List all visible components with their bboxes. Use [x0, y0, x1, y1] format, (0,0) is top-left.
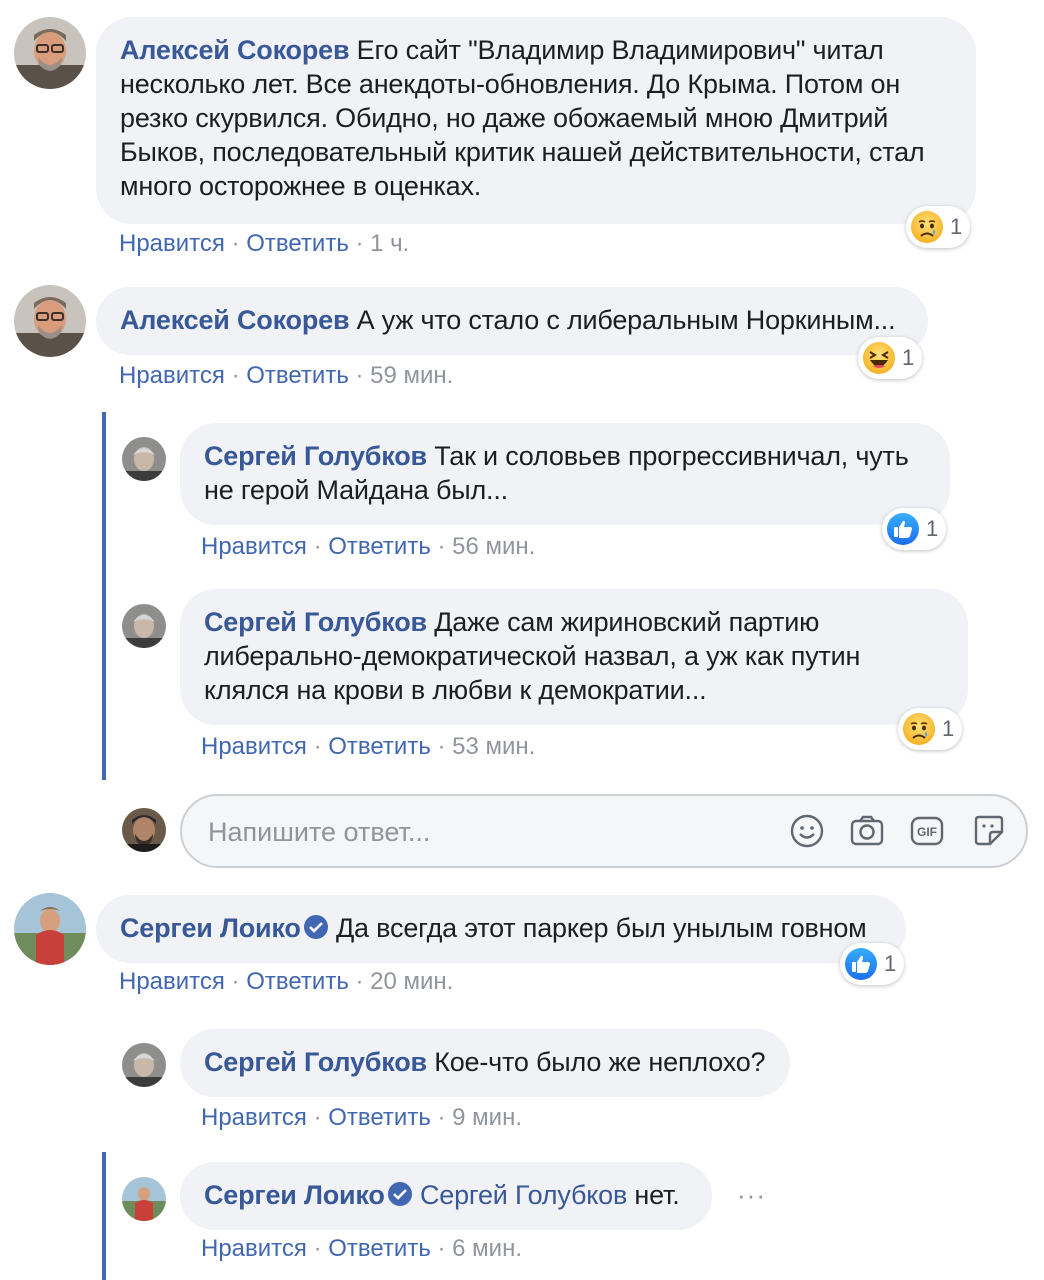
reaction-count: 1	[926, 516, 939, 541]
comment-time[interactable]: 1 ч.	[370, 230, 409, 257]
sticker-icon[interactable]	[970, 812, 1008, 850]
reply-thread-line	[102, 412, 106, 780]
reply-box: GIF	[180, 794, 1028, 868]
comment-author[interactable]: Сергеи Лоико	[120, 913, 301, 943]
reply-link[interactable]: Ответить	[328, 1104, 431, 1131]
reaction-count: 1	[902, 345, 915, 370]
comment-bubble: Сергей Голубков Так и соловьев прогресси…	[180, 423, 950, 525]
avatar[interactable]	[122, 1043, 166, 1087]
comment-actions: Нравится · Ответить · 9 мин.	[201, 1104, 522, 1131]
reply-link[interactable]: Ответить	[246, 230, 349, 257]
avatar[interactable]	[14, 285, 86, 357]
reaction-count: 1	[884, 951, 897, 976]
reply-link[interactable]: Ответить	[328, 1235, 431, 1262]
comment-time[interactable]: 6 мин.	[452, 1235, 522, 1262]
reaction-badge[interactable]: 1	[858, 337, 923, 379]
more-options-icon[interactable]: ···	[737, 1180, 766, 1211]
current-user-avatar	[122, 808, 166, 852]
avatar[interactable]	[122, 604, 166, 648]
emoji-icon[interactable]	[788, 812, 826, 850]
comment-text: Кое-что было же неплохо?	[434, 1047, 766, 1077]
comment-time[interactable]: 59 мин.	[370, 362, 453, 389]
reaction-badge[interactable]: 1	[898, 708, 963, 750]
reaction-count: 1	[942, 716, 955, 741]
like-link[interactable]: Нравится	[201, 1104, 307, 1131]
comment-bubble: Алексей Сокорев А уж что стало с либерал…	[96, 287, 928, 355]
like-link[interactable]: Нравится	[119, 968, 225, 995]
like-reaction-icon	[844, 947, 878, 981]
reply-link[interactable]: Ответить	[328, 733, 431, 760]
comment-bubble: Сергей Голубков Кое-что было же неплохо?	[180, 1029, 790, 1097]
comment-text: Да всегда этот паркер был унылым говном	[335, 913, 867, 943]
like-link[interactable]: Нравится	[201, 1235, 307, 1262]
like-link[interactable]: Нравится	[119, 362, 225, 389]
camera-icon[interactable]	[848, 812, 886, 850]
sad-reaction-icon	[902, 712, 936, 746]
comment-time[interactable]: 9 мин.	[452, 1104, 522, 1131]
comment-text: нет.	[634, 1180, 680, 1210]
comment-author[interactable]: Сергей Голубков	[204, 1047, 427, 1077]
comment-actions: Нравится · Ответить · 53 мин.	[201, 733, 536, 760]
comment-actions: Нравится · Ответить · 20 мин.	[119, 968, 454, 995]
comment-time[interactable]: 53 мин.	[452, 733, 535, 760]
comment-time[interactable]: 20 мин.	[370, 968, 453, 995]
reaction-count: 1	[950, 214, 963, 239]
haha-reaction-icon	[862, 341, 896, 375]
comment-author[interactable]: Сергей Голубков	[204, 441, 427, 471]
gif-icon[interactable]: GIF	[908, 812, 946, 850]
comment-actions: Нравится · Ответить · 6 мин.	[201, 1235, 522, 1262]
reaction-badge[interactable]: 1	[882, 508, 947, 550]
comment-author[interactable]: Сергеи Лоико	[204, 1180, 385, 1210]
avatar[interactable]	[14, 893, 86, 965]
verified-badge-icon	[387, 1182, 412, 1206]
reply-link[interactable]: Ответить	[246, 968, 349, 995]
comment-bubble: Сергеи Лоико Сергей Голубков нет.	[180, 1162, 712, 1230]
comment-bubble: Сергеи Лоико Да всегда этот паркер был у…	[96, 895, 906, 963]
comment-bubble: Сергей Голубков Даже сам жириновский пар…	[180, 589, 968, 725]
avatar[interactable]	[122, 437, 166, 481]
avatar[interactable]	[122, 1177, 166, 1221]
like-reaction-icon	[886, 512, 920, 546]
comment-author[interactable]: Алексей Сокорев	[120, 35, 350, 65]
svg-text:GIF: GIF	[917, 825, 937, 839]
like-link[interactable]: Нравится	[201, 533, 307, 560]
comment-text: А уж что стало с либеральным Норкиным...	[356, 305, 896, 335]
comment-actions: Нравится · Ответить · 56 мин.	[201, 533, 536, 560]
avatar[interactable]	[14, 17, 86, 89]
comment-time[interactable]: 56 мин.	[452, 533, 535, 560]
verified-badge-icon	[303, 915, 328, 939]
reply-link[interactable]: Ответить	[246, 362, 349, 389]
reaction-badge[interactable]: 1	[906, 206, 971, 248]
mentioned-user[interactable]: Сергей Голубков	[420, 1180, 627, 1210]
like-link[interactable]: Нравится	[119, 230, 225, 257]
comment-actions: Нравится · Ответить · 59 мин.	[119, 362, 454, 389]
comment-actions: Нравится · Ответить · 1 ч.	[119, 230, 410, 257]
reply-thread-line	[102, 1152, 106, 1280]
reaction-badge[interactable]: 1	[840, 943, 905, 985]
like-link[interactable]: Нравится	[201, 733, 307, 760]
sad-reaction-icon	[910, 210, 944, 244]
comment-author[interactable]: Сергей Голубков	[204, 607, 427, 637]
reply-input[interactable]	[206, 812, 770, 852]
reply-link[interactable]: Ответить	[328, 533, 431, 560]
comment-author[interactable]: Алексей Сокорев	[120, 305, 350, 335]
comment-bubble: Алексей Сокорев Его сайт "Владимир Влади…	[96, 17, 976, 224]
